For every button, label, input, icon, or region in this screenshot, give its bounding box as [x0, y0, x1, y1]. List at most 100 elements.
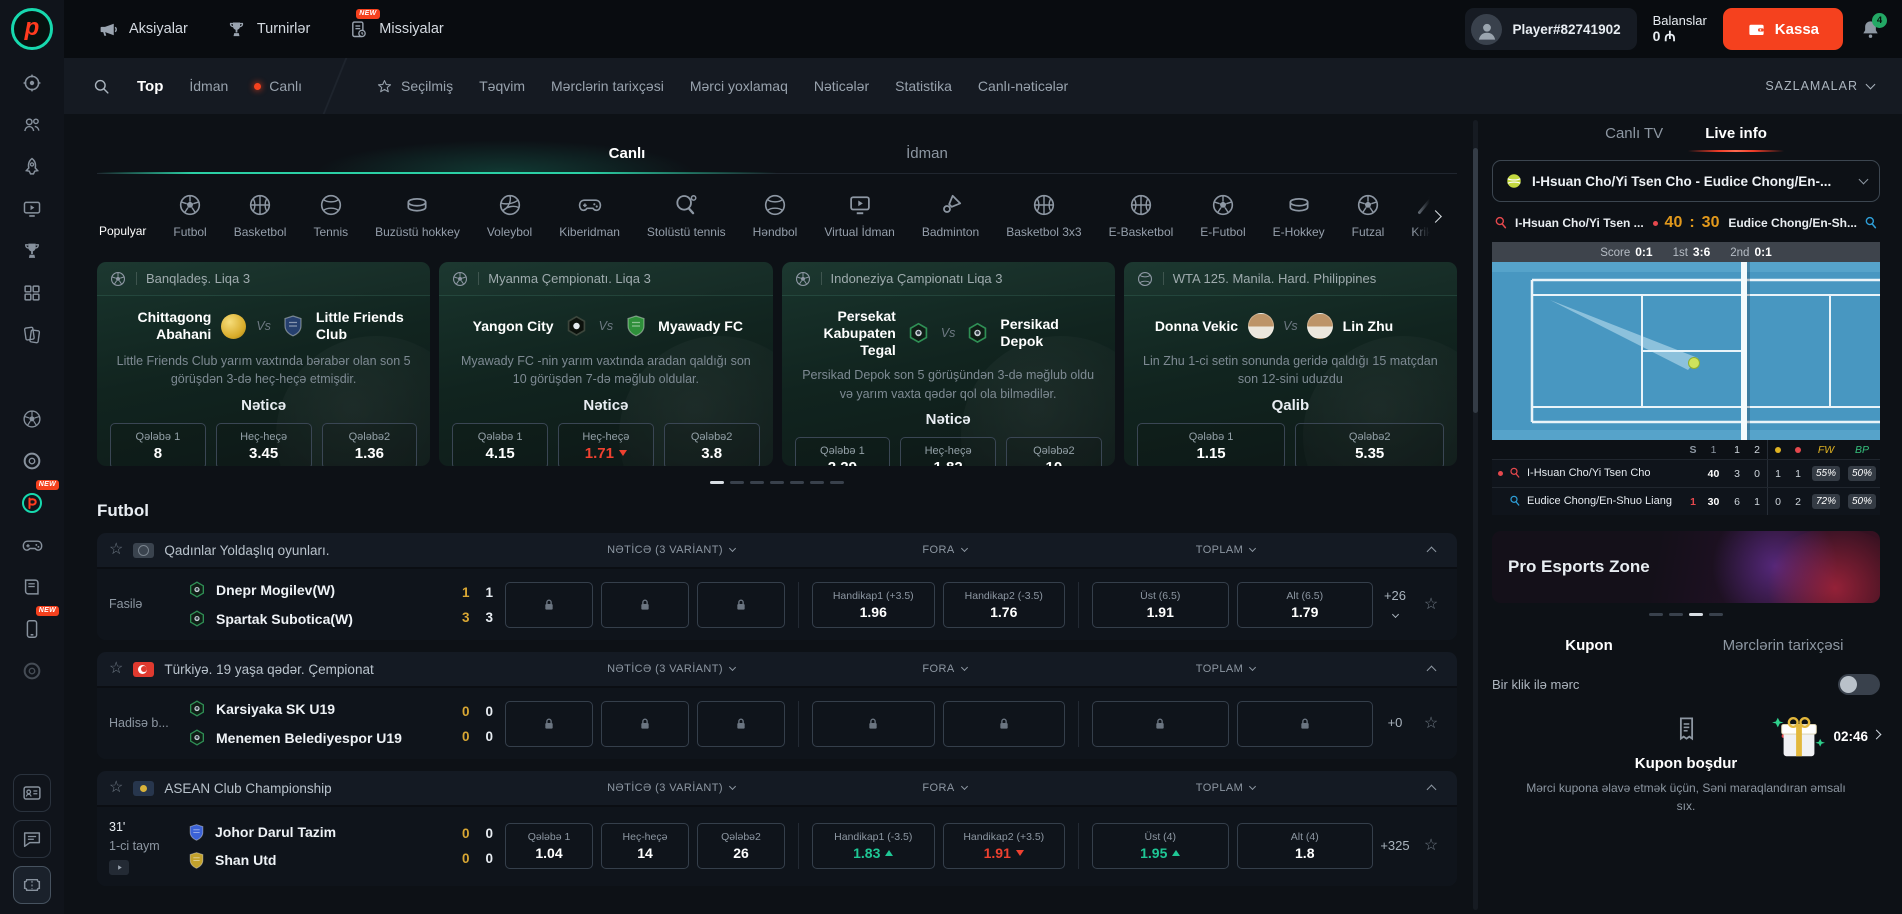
target-icon[interactable] [12, 63, 52, 103]
pinup-p-icon[interactable]: NEW [12, 483, 52, 523]
id-card-icon[interactable] [13, 774, 51, 812]
favorite-star-icon[interactable]: ☆ [1424, 716, 1438, 732]
cards-icon[interactable] [12, 315, 52, 355]
market-header-result[interactable]: NƏTİCƏ (3 VARİANT) [531, 544, 811, 556]
sport-tab-basketbol3x3[interactable]: Basketbol 3x3 [1006, 192, 1081, 250]
sport-tab-efutbol[interactable]: E-Futbol [1200, 192, 1245, 250]
odd-button[interactable]: Qələbə 11.15 [1137, 423, 1286, 466]
sport-tab-voleybol[interactable]: Voleybol [487, 192, 532, 250]
sport-tab-populyar[interactable]: Populyar [99, 192, 146, 250]
odd-button[interactable]: Qələbə23.8 [664, 423, 760, 466]
odd-button[interactable]: Heç-heçə3.45 [216, 423, 312, 466]
page-dot[interactable] [810, 481, 824, 484]
notifications-bell-icon[interactable]: 4 [1859, 18, 1882, 41]
menu-promotions[interactable]: Aksiyalar [98, 19, 188, 40]
odd-button[interactable]: Qələbə25.35 [1295, 423, 1444, 466]
favorite-star-icon[interactable]: ☆ [1424, 597, 1438, 613]
sport-tab-basketbol[interactable]: Basketbol [234, 192, 287, 250]
league-group-header[interactable]: ☆ ASEAN Club Championship NƏTİCƏ (3 VARİ… [97, 771, 1457, 805]
sport-tab-kiberidman[interactable]: Kiberidman [559, 192, 620, 250]
esports-banner[interactable]: Pro Esports Zone [1492, 531, 1880, 603]
odd-button[interactable]: Qələbə 14.15 [452, 423, 548, 466]
odd-button[interactable]: Heç-heçə1.82 [900, 437, 996, 466]
sport-tab-tennis[interactable]: Tennis [313, 192, 348, 250]
player-account-button[interactable]: Player#82741902 [1465, 8, 1636, 50]
ring-icon[interactable] [12, 651, 52, 691]
match-row[interactable]: Fasilə Dnepr Mogilev(W) Spartak Subotica… [97, 567, 1457, 640]
nav-link-check-bet[interactable]: Mərci yoxlamaq [690, 78, 788, 94]
odd-button[interactable]: Alt (4)1.8 [1237, 823, 1374, 869]
page-dot[interactable] [770, 481, 784, 484]
nav-tab-live[interactable]: Canlı [254, 78, 302, 94]
market-header-fora[interactable]: FORA [811, 782, 1078, 794]
menu-tournaments[interactable]: Turnirlər [226, 19, 310, 40]
book-icon[interactable] [12, 567, 52, 607]
odd-button[interactable]: Qələbə210 [1006, 437, 1102, 466]
favorite-star-icon[interactable]: ☆ [1424, 838, 1438, 854]
promo-ticket-icon[interactable] [13, 866, 51, 904]
match-row[interactable]: 31' 1-ci taym Johor Darul Tazim Shan Utd… [97, 805, 1457, 886]
odd-button[interactable]: Handikap2 (+3.5)1.91 [943, 823, 1066, 869]
nav-link-favorites[interactable]: Seçilmiş [376, 78, 453, 95]
sport-tab-ice-hockey[interactable]: Buzüstü hokkey [375, 192, 460, 250]
page-dot[interactable] [750, 481, 764, 484]
nav-link-bet-history[interactable]: Mərclərin tarixçəsi [551, 78, 664, 94]
tab-live[interactable]: Canlı [477, 134, 777, 173]
favorite-star-icon[interactable]: ☆ [109, 542, 123, 558]
page-dot[interactable] [1709, 613, 1723, 616]
grid-icon[interactable] [12, 273, 52, 313]
sport-tab-ehokkey[interactable]: E-Hokkey [1273, 192, 1325, 250]
bonus-gift-widget[interactable]: 02:46 [1770, 710, 1880, 762]
market-header-fora[interactable]: FORA [811, 544, 1078, 556]
market-header-total[interactable]: TOPLAM [1078, 782, 1373, 794]
balance-block[interactable]: Balanslar 0 ₼ [1653, 13, 1707, 45]
collapse-button[interactable] [1417, 783, 1445, 793]
page-dot[interactable] [1689, 613, 1703, 616]
tab-live-tv[interactable]: Canlı TV [1597, 114, 1671, 152]
page-dot[interactable] [1649, 613, 1663, 616]
chat-icon[interactable] [13, 820, 51, 858]
cashier-button[interactable]: Kassa [1723, 8, 1843, 50]
market-header-total[interactable]: TOPLAM [1078, 544, 1373, 556]
nav-link-live-results[interactable]: Canlı-nəticələr [978, 78, 1068, 94]
market-header-total[interactable]: TOPLAM [1078, 663, 1373, 675]
gamepad-icon[interactable] [12, 525, 52, 565]
match-selector-dropdown[interactable]: I-Hsuan Cho/Yi Tsen Cho - Eudice Chong/E… [1492, 160, 1880, 202]
odd-button[interactable]: Alt (6.5)1.79 [1237, 582, 1374, 628]
scrollbar[interactable] [1473, 120, 1478, 910]
sport-tab-badminton[interactable]: Badminton [922, 192, 979, 250]
more-odds-button[interactable]: +26 [1373, 588, 1417, 622]
nav-link-calendar[interactable]: Təqvim [479, 78, 525, 94]
tv-play-icon[interactable] [12, 189, 52, 229]
phone-icon[interactable]: NEW [12, 609, 52, 649]
tab-sport[interactable]: İdman [777, 134, 1077, 173]
featured-card[interactable]: Banqladeş. Liqa 3 Chittagong Abahani Vs … [97, 262, 430, 466]
soccer-ball-icon[interactable] [12, 399, 52, 439]
page-dot[interactable] [790, 481, 804, 484]
league-group-header[interactable]: ☆ Qadınlar Yoldaşlıq oyunları. NƏTİCƏ (3… [97, 533, 1457, 567]
more-odds-button[interactable]: +325 [1373, 838, 1417, 855]
tab-live-info[interactable]: Live info [1697, 114, 1775, 152]
odd-button[interactable]: Handikap2 (-3.5)1.76 [943, 582, 1066, 628]
odd-button[interactable]: Handikap1 (+3.5)1.96 [812, 582, 935, 628]
more-odds-button[interactable]: +0 [1373, 715, 1417, 732]
sport-tab-handbol[interactable]: Həndbol [753, 192, 798, 250]
scrollbar-thumb[interactable] [1473, 148, 1478, 413]
featured-card[interactable]: Indoneziya Çampionatı Liqa 3 Persekat Ka… [782, 262, 1115, 466]
menu-missions[interactable]: Missiyalar NEW [348, 19, 443, 40]
market-header-fora[interactable]: FORA [811, 663, 1078, 675]
page-dot[interactable] [710, 481, 724, 484]
market-header-result[interactable]: NƏTİCƏ (3 VARİANT) [531, 782, 811, 794]
rocket-icon[interactable] [12, 147, 52, 187]
sport-tab-ebasketbol[interactable]: E-Basketbol [1109, 192, 1174, 250]
odd-button[interactable]: Üst (6.5)1.91 [1092, 582, 1229, 628]
tab-bet-history[interactable]: Mərclərin tarixçəsi [1686, 637, 1880, 654]
trophy-icon[interactable] [12, 231, 52, 271]
nav-link-results[interactable]: Nəticələr [814, 78, 869, 94]
odd-button[interactable]: Handikap1 (-3.5)1.83 [812, 823, 935, 869]
roulette-icon[interactable] [12, 441, 52, 481]
people-icon[interactable] [12, 105, 52, 145]
sport-tab-virtual[interactable]: Virtual İdman [824, 192, 894, 250]
page-dot[interactable] [830, 481, 844, 484]
page-dot[interactable] [1669, 613, 1683, 616]
